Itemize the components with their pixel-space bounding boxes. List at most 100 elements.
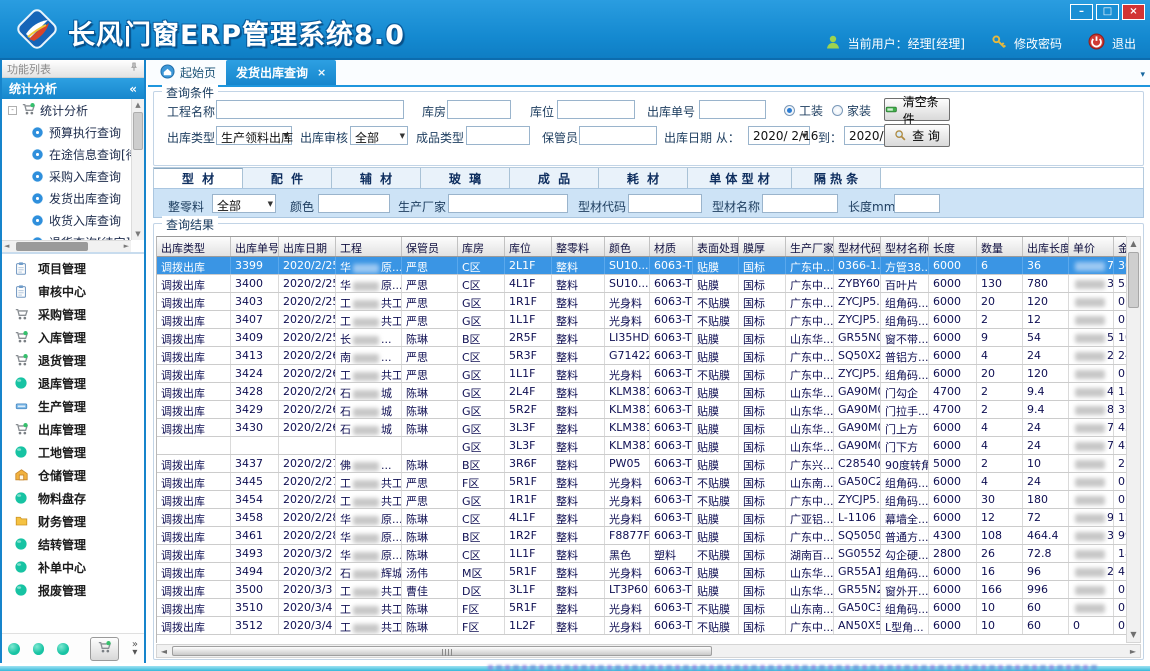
product-type-input[interactable] xyxy=(466,126,530,145)
table-row[interactable]: 调拨出库34292020/2/26石城陈琳G区5R2F整料KLM38176063… xyxy=(157,401,1126,419)
column-header[interactable]: 出库日期 xyxy=(279,237,336,256)
table-row[interactable]: 调拨出库34132020/2/26南...严思C区5R3F整料G71422606… xyxy=(157,347,1126,365)
sidebar-group-item[interactable]: 退库管理 xyxy=(2,372,144,395)
outbound-type-select[interactable]: 生产领料出库 xyxy=(216,126,292,145)
tree-root[interactable]: - 统计分析 xyxy=(2,99,131,121)
column-header[interactable]: 库房 xyxy=(458,237,505,256)
scrollbar-thumb[interactable] xyxy=(133,112,143,150)
sidebar-group-item[interactable]: 出库管理 xyxy=(2,418,144,441)
column-header[interactable]: 保管员 xyxy=(402,237,458,256)
table-row[interactable]: 调拨出库34612020/2/28华原...陈琳B区1R2F整料F8877FT6… xyxy=(157,527,1126,545)
column-header[interactable]: 表面处理 xyxy=(693,237,739,256)
profile-code-input[interactable] xyxy=(628,194,702,213)
scrollbar-thumb[interactable] xyxy=(16,242,88,251)
sidebar-group-item[interactable]: 入库管理 xyxy=(2,326,144,349)
table-row[interactable]: 调拨出库34032020/2/25工共工程严思G区1R1F整料光身料6063-T… xyxy=(157,293,1126,311)
sidebar-group-item[interactable]: 物料盘存 xyxy=(2,487,144,510)
tree-item[interactable]: 采购入库查询 xyxy=(2,165,131,187)
logout-link[interactable]: 退出 xyxy=(1112,35,1136,52)
profile-name-input[interactable] xyxy=(762,194,838,213)
minimize-button[interactable]: – xyxy=(1070,4,1093,20)
sidebar-group-item[interactable]: 财务管理 xyxy=(2,510,144,533)
scroll-up-icon[interactable]: ▲ xyxy=(1127,237,1140,251)
table-row[interactable]: 调拨出库35122020/3/4工共工程陈琳F区1L2F整料光身料6063-T5… xyxy=(157,617,1126,635)
table-row[interactable]: 调拨出库34542020/2/28工共工程严思G区1R1F整料光身料6063-T… xyxy=(157,491,1126,509)
scroll-right-icon[interactable]: ► xyxy=(1126,645,1140,658)
column-header[interactable]: 数量 xyxy=(977,237,1023,256)
column-header[interactable]: 出库单号 xyxy=(231,237,279,256)
table-row[interactable]: 调拨出库34372020/2/27佛...陈琳B区3R6F整料PW056063-… xyxy=(157,455,1126,473)
factory-input[interactable] xyxy=(448,194,568,213)
sidebar-group-item[interactable]: 生产管理 xyxy=(2,395,144,418)
group-dot-icon[interactable] xyxy=(57,643,69,655)
tree-item[interactable]: 收货入库查询 xyxy=(2,209,131,231)
sidebar-group-item[interactable]: 项目管理 xyxy=(2,257,144,280)
maximize-button[interactable]: □ xyxy=(1096,4,1119,20)
tree-expander-icon[interactable]: - xyxy=(8,106,17,115)
material-tab[interactable]: 辅 材 xyxy=(332,168,421,188)
tree-horizontal-scrollbar[interactable]: ◄ ► xyxy=(2,240,131,252)
material-tab[interactable]: 型 材 xyxy=(154,168,243,188)
table-row[interactable]: 调拨出库34302020/2/26石城陈琳G区3L3F整料KLM38176063… xyxy=(157,419,1126,437)
scrollbar-thumb[interactable] xyxy=(172,646,712,656)
column-header[interactable]: 颜色 xyxy=(605,237,650,256)
keeper-input[interactable] xyxy=(579,126,657,145)
scroll-up-icon[interactable]: ▲ xyxy=(132,99,144,111)
outbound-audit-select[interactable]: 全部 xyxy=(350,126,408,145)
pin-icon[interactable] xyxy=(129,62,139,75)
column-header[interactable]: 工程 xyxy=(336,237,402,256)
search-button[interactable]: 查 询 xyxy=(884,124,950,147)
table-row[interactable]: 调拨出库34932020/3/2华原...陈琳C区1L1F整料黑色塑料不贴膜国标… xyxy=(157,545,1126,563)
scroll-down-icon[interactable]: ▼ xyxy=(132,228,144,240)
column-header[interactable]: 库位 xyxy=(505,237,552,256)
table-row[interactable]: 调拨出库34092020/2/25长...陈琳B区2R5F整料LI35HD606… xyxy=(157,329,1126,347)
column-header[interactable]: 型材代码 xyxy=(834,237,881,256)
overflow-chevron-icon[interactable]: »▾ xyxy=(132,641,138,657)
table-row[interactable]: 调拨出库34002020/2/25华原...严思C区4L1F整料SU10...6… xyxy=(157,275,1126,293)
close-button[interactable]: × xyxy=(1122,4,1145,20)
collapse-chevron-icon[interactable]: « xyxy=(129,82,137,96)
project-name-input[interactable] xyxy=(216,100,404,119)
sidebar-group-item[interactable]: 结转管理 xyxy=(2,533,144,556)
active-group-cart-button[interactable] xyxy=(90,637,119,661)
radio-jiazhuang[interactable]: 家装 xyxy=(832,102,871,119)
scroll-right-icon[interactable]: ► xyxy=(124,241,129,252)
material-tab[interactable]: 单 体 型 材 xyxy=(688,168,792,188)
column-header[interactable]: 出库类型 xyxy=(157,237,231,256)
grid-horizontal-scrollbar[interactable]: ◄ ► xyxy=(156,644,1141,658)
tab-home[interactable]: 起始页 xyxy=(150,60,226,85)
sidebar-group-item[interactable]: 采购管理 xyxy=(2,303,144,326)
column-header[interactable]: 整零料 xyxy=(552,237,605,256)
change-password-link[interactable]: 修改密码 xyxy=(1014,35,1062,52)
grid-vertical-scrollbar[interactable]: ▲ ▼ xyxy=(1126,236,1141,643)
sidebar-group-item[interactable]: 工地管理 xyxy=(2,441,144,464)
column-header[interactable]: 膜厚 xyxy=(739,237,786,256)
table-row[interactable]: 调拨出库34582020/2/28华原...陈琳C区4L1F整料光身料6063-… xyxy=(157,509,1126,527)
group-dot-icon[interactable] xyxy=(8,643,20,655)
color-input[interactable] xyxy=(318,194,390,213)
scrollbar-thumb[interactable] xyxy=(1128,252,1139,308)
column-header[interactable]: 长度 xyxy=(929,237,977,256)
column-header[interactable]: 材质 xyxy=(650,237,693,256)
sidebar-group-item[interactable]: 退货管理 xyxy=(2,349,144,372)
material-tab[interactable]: 配 件 xyxy=(243,168,332,188)
whole-piece-select[interactable]: 全部 xyxy=(212,194,276,213)
date-from-picker[interactable]: 2020/ 2/16 xyxy=(748,126,810,145)
table-row[interactable]: 调拨出库34942020/3/2石辉城汤伟M区5R1F整料光身料6063-T5贴… xyxy=(157,563,1126,581)
warehouse-input[interactable] xyxy=(447,100,511,119)
table-row[interactable]: G区3L3F整料KLM38176063-T5贴膜国标山东华...GA90M09.… xyxy=(157,437,1126,455)
material-tab[interactable]: 玻 璃 xyxy=(421,168,510,188)
tab-overflow-chevron-icon[interactable]: ▾ xyxy=(1140,70,1145,80)
table-row[interactable]: 调拨出库34072020/2/25工共工程严思G区1L1F整料光身料6063-T… xyxy=(157,311,1126,329)
column-header[interactable]: 生产厂家 xyxy=(786,237,834,256)
sidebar-group-item[interactable]: 补单中心 xyxy=(2,556,144,579)
tree-item[interactable]: 退货查询[待定] xyxy=(2,231,131,240)
tab-close-icon[interactable]: × xyxy=(317,66,326,79)
column-header[interactable]: 型材名称 xyxy=(881,237,929,256)
tab-shipment-outbound-query[interactable]: 发货出库查询 × xyxy=(226,60,336,85)
table-row[interactable]: 调拨出库33992020/2/25华原...严思C区2L1F整料SU10...6… xyxy=(157,257,1126,275)
tree-item[interactable]: 在途信息查询[待 xyxy=(2,143,131,165)
sidebar-group-item[interactable]: 审核中心 xyxy=(2,280,144,303)
tree-vertical-scrollbar[interactable]: ▲ ▼ xyxy=(131,99,144,240)
radio-gongzhuang[interactable]: 工装 xyxy=(784,102,823,119)
